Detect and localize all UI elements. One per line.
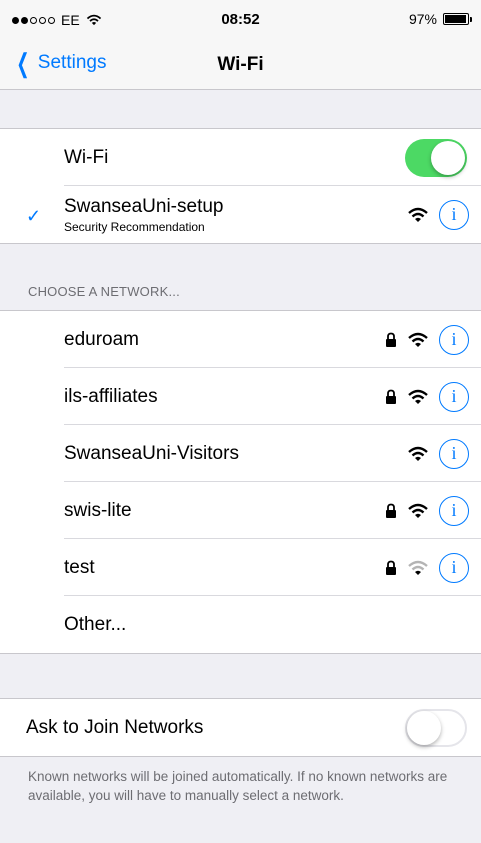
- network-row[interactable]: eduroam i: [0, 311, 481, 368]
- wifi-group: Wi-Fi ✓ SwanseaUni-setup Security Recomm…: [0, 128, 481, 244]
- network-icons: i: [385, 539, 469, 596]
- wifi-signal-icon: [408, 332, 428, 347]
- lock-icon: [386, 503, 396, 518]
- networks-group: eduroam i ils-affiliates i SwanseaUni-Visito…: [0, 310, 481, 654]
- wifi-label: Wi-Fi: [64, 146, 109, 168]
- network-name: SwanseaUni-Visitors: [64, 442, 239, 464]
- wifi-signal-icon: [408, 207, 428, 222]
- connected-network-row[interactable]: ✓ SwanseaUni-setup Security Recommendati…: [0, 186, 481, 243]
- wifi-signal-icon: [408, 560, 428, 575]
- battery-fill: [445, 15, 467, 23]
- other-network-label: Other...: [64, 613, 127, 635]
- lock-icon: [386, 389, 396, 404]
- navigation-bar: ❮ Settings Wi-Fi: [0, 40, 481, 90]
- network-row[interactable]: SwanseaUni-Visitors i: [0, 425, 481, 482]
- ask-to-join-group: Ask to Join Networks: [0, 698, 481, 757]
- ask-to-join-row: Ask to Join Networks: [0, 699, 481, 756]
- other-network-row[interactable]: Other...: [0, 596, 481, 653]
- info-button[interactable]: i: [439, 324, 469, 355]
- network-row[interactable]: swis-lite i: [0, 482, 481, 539]
- wifi-signal-icon: [408, 503, 428, 518]
- info-button[interactable]: i: [439, 438, 469, 469]
- footer-note: Known networks will be joined automatica…: [28, 769, 448, 803]
- ask-to-join-toggle[interactable]: [405, 709, 467, 747]
- info-button[interactable]: i: [439, 552, 469, 583]
- network-name: ils-affiliates: [64, 385, 158, 407]
- wifi-signal-icon: [408, 389, 428, 404]
- section-header-networks: CHOOSE A NETWORK...: [28, 284, 180, 299]
- network-name: eduroam: [64, 328, 139, 350]
- network-icons: i: [385, 368, 469, 425]
- connected-network-subtitle: Security Recommendation: [64, 220, 205, 234]
- info-button[interactable]: i: [439, 495, 469, 526]
- network-icons: i: [385, 311, 469, 368]
- network-icons: i: [407, 425, 469, 482]
- network-row[interactable]: test i: [0, 539, 481, 596]
- network-name: test: [64, 556, 95, 578]
- lock-icon: [386, 560, 396, 575]
- battery-percent: 97%: [408, 11, 437, 27]
- lock-icon: [386, 332, 396, 347]
- network-name: swis-lite: [64, 499, 132, 521]
- wifi-toggle[interactable]: [405, 139, 467, 177]
- info-button[interactable]: i: [439, 381, 469, 412]
- battery-icon: [443, 13, 472, 25]
- network-row[interactable]: ils-affiliates i: [0, 368, 481, 425]
- status-bar: EE 08:52 97%: [0, 0, 481, 40]
- ask-to-join-label: Ask to Join Networks: [26, 716, 204, 738]
- checkmark-icon: ✓: [26, 206, 42, 226]
- info-button[interactable]: i: [439, 199, 469, 230]
- network-icons: i: [385, 482, 469, 539]
- connected-network-name: SwanseaUni-setup: [64, 196, 224, 217]
- page-title: Wi-Fi: [217, 54, 264, 75]
- wifi-signal-icon: [408, 446, 428, 461]
- connected-network-text: SwanseaUni-setup Security Recommendation: [64, 196, 223, 234]
- connected-network-icons: i: [407, 186, 469, 243]
- wifi-toggle-row: Wi-Fi: [0, 129, 481, 186]
- status-right: 97%: [408, 11, 472, 27]
